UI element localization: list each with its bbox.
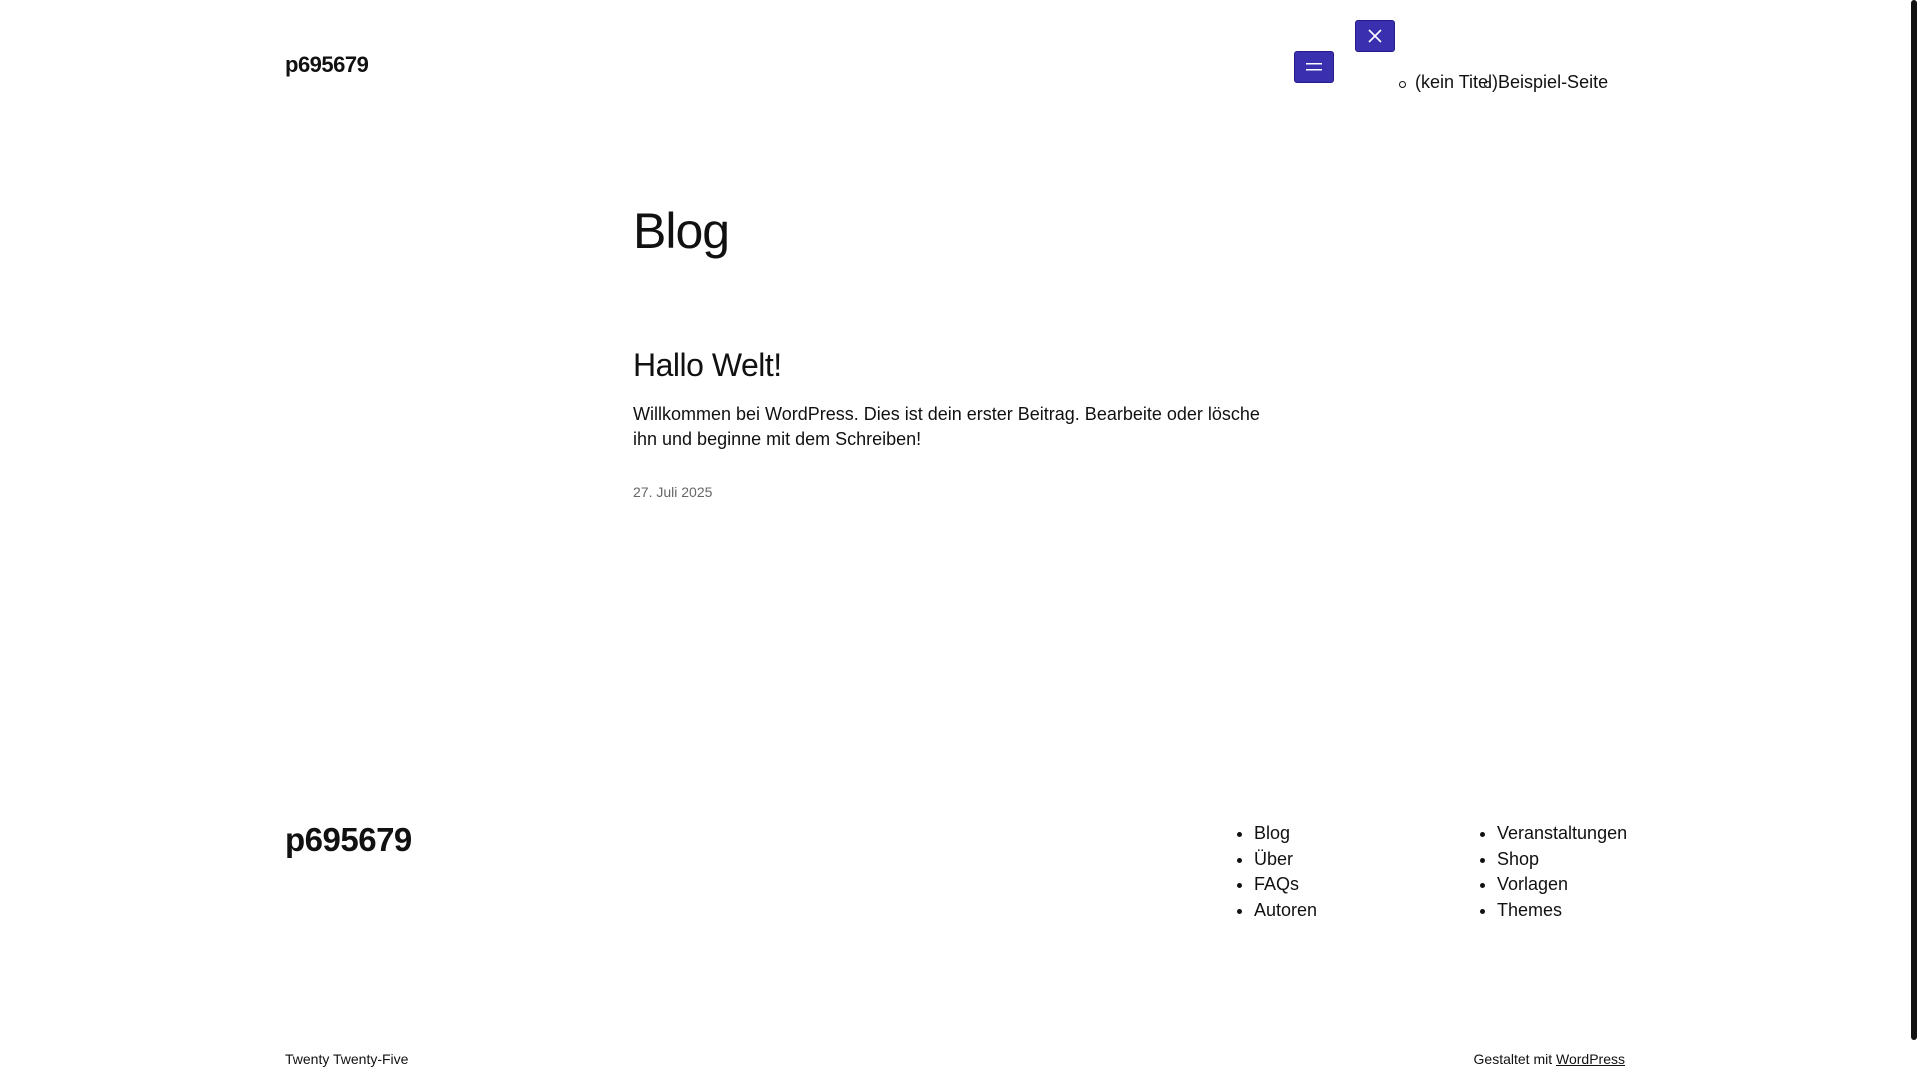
post-excerpt: Willkommen bei WordPress. Dies ist dein … — [633, 404, 1260, 449]
footer-nav-item: Über — [1254, 847, 1317, 873]
footer-link-ueber[interactable]: Über — [1254, 849, 1293, 869]
close-menu-button[interactable] — [1355, 20, 1395, 52]
vertical-scrollbar[interactable] — [1911, 0, 1917, 1040]
post-title-link[interactable]: Hallo Welt! — [633, 347, 782, 383]
post-date: 27. Juli 2025 — [633, 484, 713, 500]
nav-link-beispiel-seite[interactable]: Beispiel-Seite — [1498, 72, 1608, 92]
footer-nav-item: Vorlagen — [1497, 872, 1627, 898]
powered-by-credit: Gestaltet mit WordPress — [1474, 1051, 1625, 1067]
footer-nav-item: Shop — [1497, 847, 1627, 873]
footer-link-veranstaltungen[interactable]: Veranstaltungen — [1497, 823, 1627, 843]
wordpress-link[interactable]: WordPress — [1556, 1051, 1625, 1067]
footer-nav-item: Veranstaltungen — [1497, 821, 1627, 847]
page: p695679 (kein Titel) Beispiel-Seite Blog… — [0, 0, 1920, 1080]
close-icon — [1368, 29, 1382, 43]
footer-link-blog[interactable]: Blog — [1254, 823, 1290, 843]
footer-link-shop[interactable]: Shop — [1497, 849, 1539, 869]
powered-by-prefix: Gestaltet mit — [1473, 1051, 1557, 1067]
footer-navigation-primary: Blog Über FAQs Autoren — [1236, 821, 1317, 923]
footer-navigation-secondary: Veranstaltungen Shop Vorlagen Themes — [1479, 821, 1627, 923]
footer-site-title[interactable]: p695679 — [285, 821, 412, 859]
theme-credit: Twenty Twenty-Five — [285, 1051, 409, 1067]
open-menu-button[interactable] — [1294, 51, 1334, 83]
footer-link-themes[interactable]: Themes — [1497, 900, 1562, 920]
footer-link-vorlagen[interactable]: Vorlagen — [1497, 874, 1568, 894]
footer-nav-item: FAQs — [1254, 872, 1317, 898]
header-navigation: (kein Titel) Beispiel-Seite — [1398, 72, 1608, 93]
nav-item-beispiel-seite: Beispiel-Seite — [1484, 72, 1608, 93]
footer-link-faqs[interactable]: FAQs — [1254, 874, 1299, 894]
site-title[interactable]: p695679 — [285, 52, 369, 78]
hamburger-icon — [1306, 63, 1322, 71]
footer-nav-item: Blog — [1254, 821, 1317, 847]
footer-link-autoren[interactable]: Autoren — [1254, 900, 1317, 920]
post-title: Hallo Welt! — [633, 347, 782, 384]
footer-nav-item: Themes — [1497, 898, 1627, 924]
page-title: Blog — [633, 203, 730, 259]
footer-nav-item: Autoren — [1254, 898, 1317, 924]
